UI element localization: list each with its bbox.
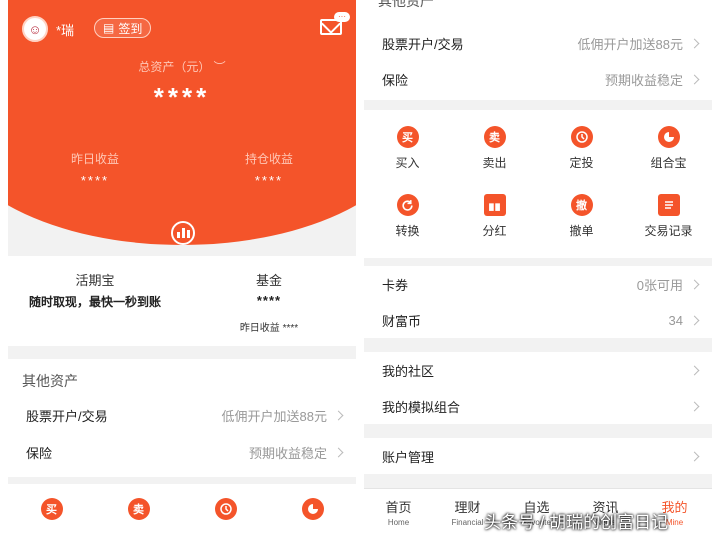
chevron-right-icon	[689, 279, 700, 289]
row-value: 低佣开户加送88元	[221, 408, 327, 424]
my-community-row[interactable]: 我的社区	[364, 352, 712, 388]
other-assets-heading: 其他资产	[378, 0, 434, 9]
signin-label: 签到	[118, 21, 143, 36]
row-label: 我的社区	[382, 363, 435, 379]
fund-yesterday-earnings: 昨日收益 ****	[239, 323, 299, 334]
buy-icon: 买	[396, 126, 419, 148]
quick-actions-partial: 买 卖	[8, 484, 356, 540]
bar-chart-icon[interactable]	[171, 221, 195, 245]
row-label: 财富币	[382, 313, 422, 329]
row-label: 我的模拟组合	[382, 399, 461, 415]
buy-action[interactable]: 买买入	[364, 126, 451, 171]
portfolio-action[interactable]	[269, 498, 356, 520]
chevron-right-icon	[689, 74, 700, 84]
row-label: 保险	[26, 445, 53, 461]
holding-earnings-value: ****	[254, 173, 284, 188]
watermark: 头条号 / 胡瑞的创富日记	[484, 513, 669, 532]
signin-button[interactable]: ▤ 签到	[94, 18, 152, 38]
huoqibao-desc: 随时取现，最快一秒到账	[28, 295, 161, 309]
quick-actions-grid: 买买入 卖卖出 定投 组合宝 转换 分红 撤撤单 交易记录	[364, 110, 712, 258]
row-value: 预期收益稳定	[604, 72, 683, 88]
action-label: 转换	[395, 224, 420, 238]
row-label: 账户管理	[382, 449, 435, 465]
cancel-order-icon: 撤	[570, 194, 593, 216]
chevron-right-icon	[333, 447, 344, 457]
account-management-row[interactable]: 账户管理	[364, 438, 712, 474]
products-card: 活期宝 随时取现，最快一秒到账 基金 **** 昨日收益 ****	[8, 256, 356, 346]
stock-account-row[interactable]: 股票开户/交易 低佣开户加送88元	[364, 25, 712, 61]
chevron-right-icon	[333, 410, 344, 420]
chevron-right-icon	[689, 365, 700, 375]
gift-icon	[483, 194, 506, 216]
tab-home[interactable]: 首页 Home	[364, 497, 433, 527]
action-label: 卖出	[482, 156, 507, 170]
yesterday-earnings-value: ****	[80, 173, 110, 188]
left-phone-screen: ☺ *瑞 ▤ 签到 ··· 总资产（元） ︶ **** 昨日收益 **** 持仓收…	[8, 0, 356, 540]
total-assets-label: 总资产（元） ︶	[138, 60, 226, 74]
row-label: 保险	[382, 72, 409, 88]
action-label: 交易记录	[644, 224, 693, 238]
right-phone-screen: 其他资产 股票开户/交易 低佣开户加送88元 保险 预期收益稳定 买买入 卖卖出…	[364, 0, 712, 540]
row-value: 预期收益稳定	[248, 445, 327, 461]
dividend-action[interactable]: 分红	[451, 194, 538, 239]
fund-value: ****	[256, 293, 282, 308]
wealth-coin-row[interactable]: 财富币 34	[364, 302, 712, 338]
auto-invest-action[interactable]: 定投	[538, 126, 625, 171]
row-label: 股票开户/交易	[382, 36, 464, 52]
chevron-right-icon	[689, 401, 700, 411]
row-value: 34	[668, 312, 683, 328]
action-label: 分红	[482, 224, 507, 238]
refresh-icon	[396, 194, 419, 216]
action-label: 组合宝	[650, 156, 687, 170]
coupons-row[interactable]: 卡券 0张可用	[364, 266, 712, 302]
insurance-row[interactable]: 保险 预期收益稳定	[8, 434, 356, 470]
fund-title[interactable]: 基金	[182, 270, 356, 289]
action-label: 定投	[569, 156, 594, 170]
calendar-icon: ▤	[103, 21, 115, 35]
buy-action[interactable]: 买	[8, 498, 95, 520]
list-icon	[657, 194, 680, 216]
clock-icon	[214, 498, 237, 520]
action-label: 买入	[395, 156, 420, 170]
row-label: 卡券	[382, 277, 409, 293]
row-label: 股票开户/交易	[26, 408, 108, 424]
sell-icon: 卖	[127, 498, 150, 520]
sell-action[interactable]: 卖	[95, 498, 182, 520]
holding-earnings-label: 持仓收益	[244, 152, 293, 166]
portfolio-action[interactable]: 组合宝	[625, 126, 712, 171]
auto-invest-action[interactable]	[182, 498, 269, 520]
stock-account-row[interactable]: 股票开户/交易 低佣开户加送88元	[8, 397, 356, 433]
pie-chart-icon	[657, 126, 680, 148]
username: *瑞	[56, 23, 75, 38]
total-assets-value: ****	[153, 82, 211, 112]
yesterday-earnings-label: 昨日收益	[70, 152, 119, 166]
row-value: 0张可用	[636, 277, 683, 293]
action-label: 撤单	[569, 224, 594, 238]
clock-icon	[570, 126, 593, 148]
eye-closed-icon[interactable]: ︶	[214, 60, 226, 74]
sell-action[interactable]: 卖卖出	[451, 126, 538, 171]
trade-history-action[interactable]: 交易记录	[625, 194, 712, 239]
avatar[interactable]: ☺	[22, 16, 48, 42]
chevron-right-icon	[689, 451, 700, 461]
other-assets-heading: 其他资产	[22, 373, 78, 389]
asset-header: ☺ *瑞 ▤ 签到 ··· 总资产（元） ︶ **** 昨日收益 **** 持仓收…	[8, 0, 356, 255]
insurance-row[interactable]: 保险 预期收益稳定	[364, 61, 712, 97]
buy-icon: 买	[40, 498, 63, 520]
convert-action[interactable]: 转换	[364, 194, 451, 239]
sell-icon: 卖	[483, 126, 506, 148]
pie-chart-icon	[301, 498, 324, 520]
chevron-right-icon	[689, 38, 700, 48]
message-badge: ···	[334, 12, 350, 22]
row-value: 低佣开户加送88元	[577, 36, 683, 52]
huoqibao-title[interactable]: 活期宝	[8, 270, 182, 289]
simulated-portfolio-row[interactable]: 我的模拟组合	[364, 388, 712, 424]
cancel-order-action[interactable]: 撤撤单	[538, 194, 625, 239]
chevron-right-icon	[689, 315, 700, 325]
